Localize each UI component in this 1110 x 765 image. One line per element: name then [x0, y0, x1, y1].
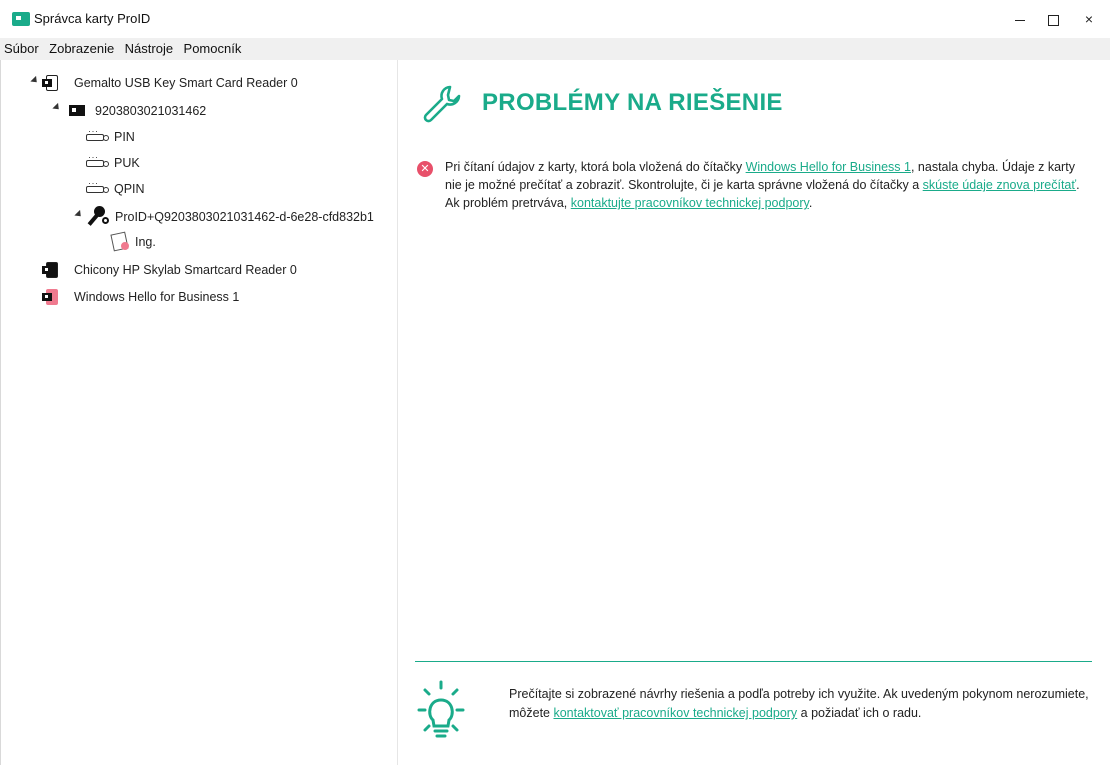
lightbulb-icon — [417, 680, 465, 738]
title-bar: Správca karty ProID × — [0, 0, 1110, 38]
expand-card-icon[interactable] — [52, 102, 62, 113]
tree-item-reader2[interactable]: Chicony HP Skylab Smartcard Reader 0 — [74, 258, 297, 282]
error-text-1: Pri čítaní údajov z karty, ktorá bola vl… — [445, 160, 746, 174]
tree-item-puk[interactable]: PUK — [114, 151, 140, 175]
card-reader-icon — [42, 262, 58, 278]
maximize-button[interactable] — [1033, 6, 1073, 32]
error-icon: ✕ — [417, 161, 433, 177]
pin-icon — [86, 126, 110, 143]
tree-item-reader3[interactable]: Windows Hello for Business 1 — [74, 285, 239, 309]
error-text-4: . — [808, 196, 813, 210]
retry-read-link[interactable]: skúste údaje znova prečítať — [923, 178, 1076, 192]
tip-text-2: a požiadať ich o radu. — [797, 706, 922, 720]
device-tree: Gemalto USB Key Smart Card Reader 0 9203… — [0, 60, 398, 765]
maximize-icon — [1047, 14, 1059, 26]
menu-file[interactable]: Súbor — [0, 38, 41, 58]
qpin-icon — [86, 178, 110, 195]
divider — [415, 661, 1092, 662]
page-title: PROBLÉMY NA RIEŠENIE — [482, 89, 783, 116]
tree-item-reader1[interactable]: Gemalto USB Key Smart Card Reader 0 — [74, 71, 298, 95]
tree-item-card[interactable]: 9203803021031462 — [95, 99, 206, 123]
menu-help[interactable]: Pomocník — [180, 38, 244, 58]
certificate-icon — [110, 231, 131, 252]
tree-item-qpin[interactable]: QPIN — [114, 177, 145, 201]
error-message: Pri čítaní údajov z karty, ktorá bola vl… — [445, 158, 1085, 212]
problems-panel: PROBLÉMY NA RIEŠENIE ✕ Pri čítaní údajov… — [398, 69, 1110, 765]
puk-icon — [86, 152, 110, 169]
contact-support-link[interactable]: kontaktujte pracovníkov technickej podpo… — [571, 196, 809, 210]
smart-card-icon — [69, 105, 85, 116]
tree-item-cert[interactable]: Ing. — [135, 230, 156, 254]
wrench-icon — [423, 85, 461, 123]
expand-key-icon[interactable] — [74, 209, 84, 220]
menu-bar: Súbor Zobrazenie Nástroje Pomocník — [0, 38, 1110, 60]
tip-message: Prečítajte si zobrazené návrhy riešenia … — [509, 685, 1099, 723]
close-button[interactable]: × — [1069, 6, 1109, 32]
menu-tools[interactable]: Nástroje — [121, 38, 175, 58]
card-reader-error-icon — [42, 289, 58, 305]
tree-item-pin[interactable]: PIN — [114, 125, 135, 149]
minimize-icon — [1015, 19, 1025, 21]
menu-view[interactable]: Zobrazenie — [45, 38, 116, 58]
app-icon — [12, 12, 30, 26]
card-reader-icon — [42, 75, 58, 91]
window-title: Správca karty ProID — [34, 11, 151, 26]
reader-link[interactable]: Windows Hello for Business 1 — [746, 160, 911, 174]
expand-reader1-icon[interactable] — [30, 75, 40, 86]
contact-support-tip-link[interactable]: kontaktovať pracovníkov technickej podpo… — [553, 706, 797, 720]
tree-item-key[interactable]: ProID+Q9203803021031462-d-6e28-cfd832b1 — [115, 205, 374, 229]
key-icon — [87, 206, 109, 226]
